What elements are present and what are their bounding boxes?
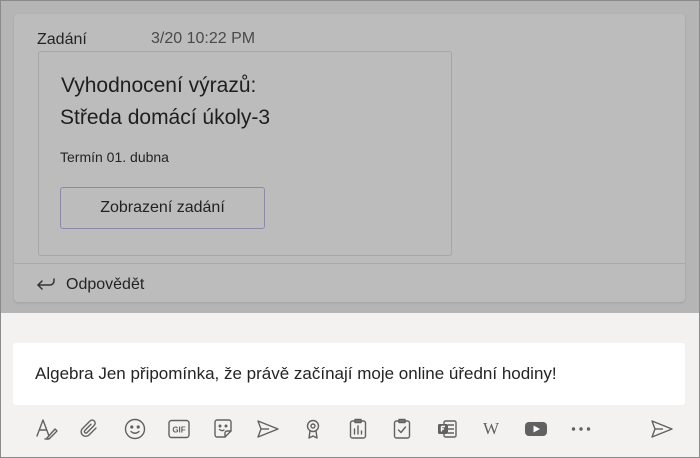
app-frame: Zadání 3/20 10:22 PM Vyhodnocení výrazů:… xyxy=(0,0,700,458)
message-timestamp: 3/20 10:22 PM xyxy=(151,30,256,47)
emoji-icon[interactable] xyxy=(120,414,150,444)
assignment-subtitle: Středa domácí úkoly-3 xyxy=(60,106,271,129)
polls-icon[interactable] xyxy=(343,414,373,444)
format-icon[interactable] xyxy=(31,414,61,444)
meet-now-icon[interactable] xyxy=(253,414,283,444)
youtube-icon[interactable] xyxy=(521,414,551,444)
compose-area: Algebra Jen připomínka, že právě začínaj… xyxy=(1,313,699,457)
praise-icon[interactable] xyxy=(298,414,328,444)
assignment-card: Vyhodnocení výrazů: Středa domácí úkoly-… xyxy=(38,51,452,256)
view-assignment-button[interactable]: Zobrazení zadání xyxy=(60,187,265,229)
more-options-icon[interactable] xyxy=(566,414,596,444)
forms-icon[interactable] xyxy=(432,414,462,444)
assignment-title: Vyhodnocení výrazů: xyxy=(61,74,257,97)
sticker-icon[interactable] xyxy=(208,414,238,444)
sender-name: Zadání xyxy=(37,31,87,48)
wikipedia-icon[interactable]: W xyxy=(476,414,506,444)
attach-icon[interactable] xyxy=(75,414,105,444)
due-date: Termín 01. dubna xyxy=(60,149,169,165)
message-card: Zadání 3/20 10:22 PM Vyhodnocení výrazů:… xyxy=(14,14,685,302)
assignments-icon[interactable] xyxy=(387,414,417,444)
reply-divider xyxy=(14,263,685,264)
reply-button[interactable]: Odpovědět xyxy=(36,273,144,297)
compose-input[interactable]: Algebra Jen připomínka, že právě začínaj… xyxy=(35,364,557,384)
compose-box[interactable]: Algebra Jen připomínka, že právě začínaj… xyxy=(13,343,685,405)
reply-icon xyxy=(36,277,56,293)
send-icon[interactable] xyxy=(647,414,677,444)
gif-icon[interactable]: GIF xyxy=(164,414,194,444)
gif-label: GIF xyxy=(172,426,185,435)
compose-toolbar: GIF W xyxy=(23,410,689,446)
reply-label: Odpovědět xyxy=(66,276,145,293)
